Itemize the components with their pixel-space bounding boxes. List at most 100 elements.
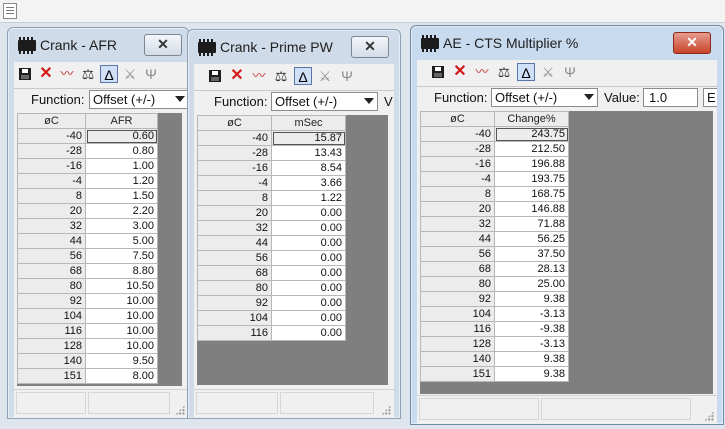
value-cell[interactable]: 9.38 [494,366,569,382]
value-cell[interactable]: 1.00 [85,158,158,174]
delete-x-icon[interactable]: ✕ [37,65,55,83]
value-cell[interactable]: 0.00 [271,310,346,326]
window-crank-prime-pw[interactable]: Crank - Prime PW ✕ ✕ 〰 ⚖ Δ ⚔ Ψ Function:… [187,29,401,419]
warp-icon-selected[interactable]: Δ [517,63,535,81]
title-bar[interactable]: AE - CTS Multiplier % ✕ [411,26,723,60]
value-cell[interactable]: 56.25 [494,231,569,247]
save-icon[interactable] [206,67,224,85]
row-header-cell[interactable]: 20 [17,203,86,219]
value-cell[interactable]: 243.75 [494,126,569,142]
tuning-fork-icon[interactable]: Ψ [561,63,579,81]
row-header-cell[interactable]: 8 [17,188,86,204]
close-button[interactable]: ✕ [351,36,389,58]
tuning-fork-icon[interactable]: Ψ [142,65,160,83]
extra-button[interactable]: E [703,88,717,107]
row-header-cell[interactable]: 104 [420,306,495,322]
value-cell[interactable]: 7.50 [85,248,158,264]
value-cell[interactable]: 9.50 [85,353,158,369]
row-header-cell[interactable]: 116 [17,323,86,339]
value-cell[interactable]: 37.50 [494,246,569,262]
row-header-cell[interactable]: 151 [420,366,495,382]
function-select[interactable]: Offset (+/-) [271,92,378,111]
save-icon[interactable] [16,65,34,83]
warp-icon-selected[interactable]: Δ [100,65,118,83]
value-cell[interactable]: 0.00 [271,325,346,341]
value-cell[interactable]: -3.13 [494,306,569,322]
value-cell[interactable]: 212.50 [494,141,569,157]
tuning-fork-icon[interactable]: Ψ [338,67,356,85]
value-cell[interactable]: 146.88 [494,201,569,217]
row-header-cell[interactable]: 68 [420,261,495,277]
value-cell[interactable]: 28.13 [494,261,569,277]
value-input[interactable]: 1.0 [643,88,698,107]
close-button[interactable]: ✕ [144,34,182,56]
value-cell[interactable]: 10.00 [85,293,158,309]
value-cell[interactable]: 9.38 [494,291,569,307]
value-cell[interactable]: 0.00 [271,205,346,221]
value-cell[interactable]: 0.00 [271,265,346,281]
value-cell[interactable]: 0.60 [85,128,158,144]
graph-icon[interactable]: 〰 [473,63,491,81]
row-header-cell[interactable]: 44 [197,235,272,251]
value-cell[interactable]: 10.00 [85,338,158,354]
save-icon[interactable] [429,63,447,81]
value-cell[interactable]: 2.20 [85,203,158,219]
value-cell[interactable]: 10.00 [85,323,158,339]
row-header-cell[interactable]: 140 [17,353,86,369]
value-cell[interactable]: 10.00 [85,308,158,324]
graph-icon[interactable]: 〰 [58,65,76,83]
value-cell[interactable]: 196.88 [494,156,569,172]
value-cell[interactable]: -9.38 [494,321,569,337]
window-ae-cts-multiplier[interactable]: AE - CTS Multiplier % ✕ ✕ 〰 ⚖ Δ ⚔ Ψ Func… [410,25,724,425]
value-cell[interactable]: 1.20 [85,173,158,189]
value-cell[interactable]: 8.00 [85,368,158,384]
value-cell[interactable]: 5.00 [85,233,158,249]
resize-grip-icon[interactable] [704,411,714,421]
row-header-cell[interactable]: -4 [197,175,272,191]
title-bar[interactable]: Crank - AFR ✕ [8,28,188,62]
row-header-cell[interactable]: -4 [17,173,86,189]
row-header-cell[interactable]: 92 [420,291,495,307]
row-header-cell[interactable]: 92 [17,293,86,309]
value-cell[interactable]: 193.75 [494,171,569,187]
warp-icon[interactable]: ⚔ [539,63,557,81]
row-header-cell[interactable]: -40 [17,128,86,144]
value-cell[interactable]: 15.87 [271,130,346,146]
graph-icon[interactable]: 〰 [250,67,268,85]
column-header-temperature[interactable]: øC [420,111,495,127]
value-cell[interactable]: 168.75 [494,186,569,202]
row-header-cell[interactable]: 68 [17,263,86,279]
title-bar[interactable]: Crank - Prime PW ✕ [188,30,400,64]
row-header-cell[interactable]: 80 [197,280,272,296]
row-header-cell[interactable]: -28 [17,143,86,159]
column-header-value[interactable]: AFR [85,113,158,129]
column-header-temperature[interactable]: øC [197,115,272,131]
row-header-cell[interactable]: 140 [420,351,495,367]
row-header-cell[interactable]: 32 [197,220,272,236]
row-header-cell[interactable]: 20 [197,205,272,221]
value-cell[interactable]: 0.00 [271,295,346,311]
value-cell[interactable]: 0.00 [271,250,346,266]
warp-icon[interactable]: ⚔ [316,67,334,85]
value-cell[interactable]: -3.13 [494,336,569,352]
resize-grip-icon[interactable] [381,405,391,415]
value-cell[interactable]: 0.80 [85,143,158,159]
value-cell[interactable]: 3.66 [271,175,346,191]
row-header-cell[interactable]: 128 [17,338,86,354]
value-cell[interactable]: 0.00 [271,280,346,296]
row-header-cell[interactable]: 80 [17,278,86,294]
value-cell[interactable]: 1.50 [85,188,158,204]
value-cell[interactable]: 8.80 [85,263,158,279]
row-header-cell[interactable]: 32 [17,218,86,234]
scale-icon[interactable]: ⚖ [272,67,290,85]
row-header-cell[interactable]: 104 [197,310,272,326]
row-header-cell[interactable]: 56 [197,250,272,266]
row-header-cell[interactable]: 20 [420,201,495,217]
row-header-cell[interactable]: -16 [420,156,495,172]
row-header-cell[interactable]: -16 [197,160,272,176]
function-select[interactable]: Offset (+/-) [89,90,189,109]
row-header-cell[interactable]: 8 [420,186,495,202]
row-header-cell[interactable]: 56 [420,246,495,262]
value-cell[interactable]: 3.00 [85,218,158,234]
row-header-cell[interactable]: 128 [420,336,495,352]
